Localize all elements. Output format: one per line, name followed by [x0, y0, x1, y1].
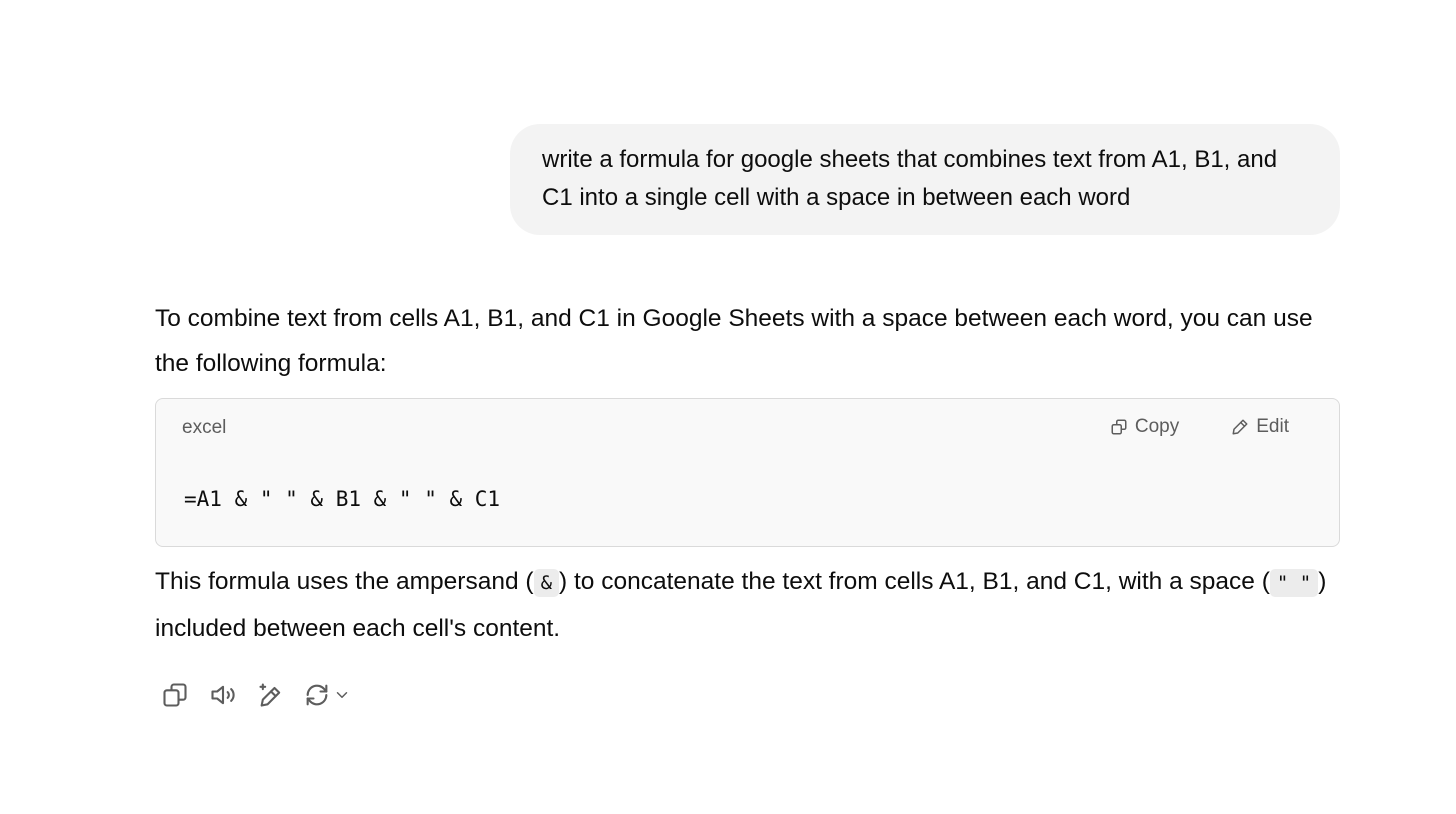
- inline-code-ampersand: &: [533, 569, 560, 597]
- code-language-label: excel: [182, 417, 227, 438]
- inline-code-space: " ": [1269, 569, 1319, 597]
- read-aloud-icon: [211, 685, 235, 705]
- explanation-part-1: This formula uses the ampersand (: [155, 568, 534, 595]
- read-aloud-button[interactable]: [203, 676, 243, 714]
- chat-thread: write a formula for google sheets that c…: [155, 0, 1340, 814]
- chevron-down-icon: [336, 692, 348, 698]
- regenerate-icon: [306, 684, 328, 706]
- edit-pencil-icon: [1232, 419, 1248, 435]
- edit-response-button[interactable]: [251, 676, 291, 714]
- code-block-actions: Copy Edit: [1110, 416, 1289, 438]
- message-actions-toolbar: [155, 676, 355, 714]
- copy-code-label: Copy: [1134, 416, 1180, 437]
- edit-code-button[interactable]: Edit: [1231, 416, 1289, 438]
- edit-code-label: Edit: [1256, 416, 1289, 437]
- code-block: excel Copy Edit =A1 & " " & B1 & " " & C…: [155, 398, 1340, 547]
- copy-code-button[interactable]: Copy: [1110, 416, 1179, 438]
- assistant-message: To combine text from cells A1, B1, and C…: [155, 296, 1340, 651]
- code-content: =A1 & " " & B1 & " " & C1: [184, 487, 501, 511]
- assistant-intro-text: To combine text from cells A1, B1, and C…: [155, 305, 1313, 377]
- regenerate-button[interactable]: [299, 676, 355, 714]
- copy-message-button[interactable]: [155, 676, 195, 714]
- explanation-part-2: ) to concatenate the text from cells A1,…: [559, 568, 1270, 595]
- user-message-bubble: write a formula for google sheets that c…: [510, 124, 1340, 235]
- copy-icon: [1111, 419, 1127, 435]
- copy-icon: [163, 683, 187, 707]
- assistant-explanation-text: This formula uses the ampersand (&) to c…: [155, 559, 1340, 651]
- edit-sparkle-icon: [259, 683, 281, 707]
- user-message-text: write a formula for google sheets that c…: [542, 146, 1278, 211]
